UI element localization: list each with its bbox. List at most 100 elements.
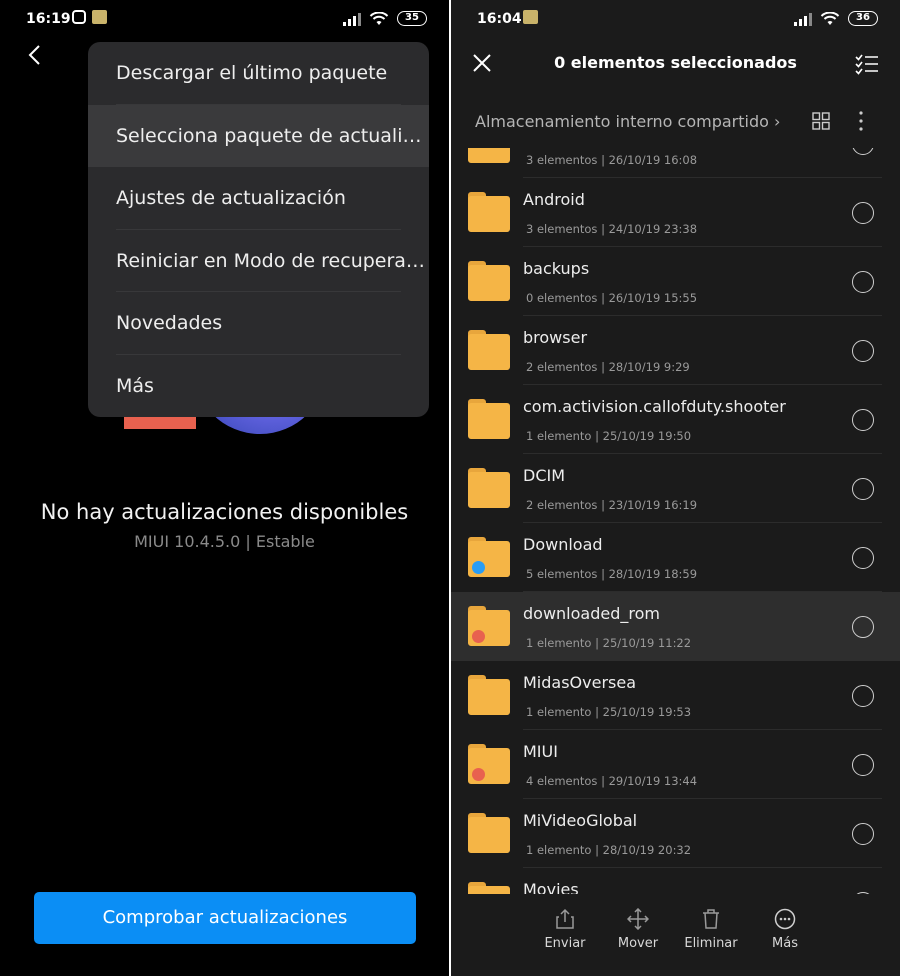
file-meta: 1 elemento | 25/10/19 11:22 — [526, 636, 692, 650]
more-vertical-icon[interactable] — [858, 110, 864, 132]
options-menu: Descargar el último paquete Selecciona p… — [88, 42, 429, 417]
select-radio[interactable] — [852, 823, 874, 845]
select-radio[interactable] — [852, 547, 874, 569]
select-radio[interactable] — [852, 271, 874, 293]
back-arrow-icon[interactable] — [24, 44, 46, 66]
file-name: com.activision.callofduty.shooter — [523, 397, 786, 416]
file-name: MiVideoGlobal — [523, 811, 638, 830]
status-bar: 16:04 36 — [451, 0, 900, 38]
folder-icon — [468, 192, 510, 232]
menu-item-select-package[interactable]: Selecciona paquete de actuali… — [88, 104, 429, 167]
folder-icon — [468, 330, 510, 370]
file-meta: 2 elementos | 23/10/19 16:19 — [526, 498, 698, 512]
action-bar: Enviar Mover Eliminar Más — [451, 894, 900, 976]
menu-item-whats-new[interactable]: Novedades — [88, 292, 429, 355]
check-updates-button[interactable]: Comprobar actualizaciones — [34, 892, 416, 944]
file-manager-screen: 16:04 36 0 elementos seleccionados Almac… — [451, 0, 900, 976]
file-name: MidasOversea — [523, 673, 637, 692]
move-icon — [627, 908, 649, 930]
menu-item-update-settings[interactable]: Ajustes de actualización — [88, 167, 429, 230]
move-button[interactable]: Mover — [603, 908, 673, 951]
file-name: DCIM — [523, 466, 566, 485]
file-meta: 1 elemento | 25/10/19 19:53 — [526, 705, 692, 719]
trash-icon — [703, 909, 719, 929]
file-meta: 0 elementos | 26/10/19 15:55 — [526, 291, 698, 305]
list-item[interactable]: 3 elementos | 26/10/19 16:08 — [451, 148, 900, 178]
file-list: 3 elementos | 26/10/19 16:08 Android 3 e… — [451, 148, 900, 894]
file-meta: 2 elementos | 28/10/19 9:29 — [526, 360, 690, 374]
file-name: Movies — [523, 880, 579, 894]
wifi-icon — [820, 11, 840, 25]
list-item[interactable]: Download 5 elementos | 28/10/19 18:59 — [451, 523, 900, 592]
menu-item-reboot-recovery[interactable]: Reiniciar en Modo de recupera… — [88, 230, 429, 293]
status-time: 16:04 — [477, 11, 522, 27]
list-item[interactable]: com.activision.callofduty.shooter 1 elem… — [451, 385, 900, 454]
folder-icon — [468, 813, 510, 853]
share-icon — [556, 908, 574, 929]
select-radio[interactable] — [852, 340, 874, 362]
file-name: Android — [523, 190, 585, 209]
miui-updater-screen: 16:19 35 Descargar el último paquete Sel… — [0, 0, 449, 976]
select-radio[interactable] — [852, 202, 874, 224]
list-item[interactable]: MiVideoGlobal 1 elemento | 28/10/19 20:3… — [451, 799, 900, 868]
folder-icon — [468, 468, 510, 508]
grid-view-icon[interactable] — [812, 112, 830, 130]
breadcrumb-path[interactable]: Almacenamiento interno compartido › — [475, 112, 780, 131]
signal-icon — [343, 12, 361, 26]
instagram-icon — [72, 10, 86, 24]
breadcrumb: Almacenamiento interno compartido › — [451, 96, 900, 148]
notification-app-icon — [523, 10, 538, 24]
folder-rom-icon — [468, 606, 510, 646]
list-item[interactable]: browser 2 elementos | 28/10/19 9:29 — [451, 316, 900, 385]
chevron-right-icon: › — [774, 112, 781, 131]
update-status-title: No hay actualizaciones disponibles — [40, 500, 409, 524]
select-radio[interactable] — [852, 478, 874, 500]
list-item[interactable]: Movies — [451, 868, 900, 894]
signal-icon — [794, 12, 812, 26]
file-name: downloaded_rom — [523, 604, 660, 623]
menu-item-download-latest[interactable]: Descargar el último paquete — [88, 42, 429, 105]
folder-icon — [468, 399, 510, 439]
file-name: browser — [523, 328, 588, 347]
wifi-icon — [369, 11, 389, 25]
selection-toolbar: 0 elementos seleccionados — [451, 38, 900, 90]
status-bar: 16:19 35 — [0, 0, 449, 38]
folder-download-icon — [468, 537, 510, 577]
battery-icon: 36 — [848, 11, 878, 26]
list-item[interactable]: Android 3 elementos | 24/10/19 23:38 — [451, 178, 900, 247]
send-button[interactable]: Enviar — [530, 908, 600, 951]
select-radio[interactable] — [852, 409, 874, 431]
folder-icon — [468, 261, 510, 301]
folder-miui-icon — [468, 744, 510, 784]
file-meta: 4 elementos | 29/10/19 13:44 — [526, 774, 698, 788]
miui-version-label: MIUI 10.4.5.0 | Estable — [134, 532, 315, 551]
select-radio[interactable] — [852, 754, 874, 776]
select-radio[interactable] — [852, 148, 874, 155]
folder-icon — [468, 675, 510, 715]
select-radio[interactable] — [852, 616, 874, 638]
more-icon — [774, 908, 796, 930]
file-meta: 1 elemento | 28/10/19 20:32 — [526, 843, 692, 857]
select-radio[interactable] — [852, 685, 874, 707]
list-item[interactable]: MidasOversea 1 elemento | 25/10/19 19:53 — [451, 661, 900, 730]
status-time: 16:19 — [26, 11, 71, 27]
menu-item-more[interactable]: Más — [88, 355, 429, 418]
delete-button[interactable]: Eliminar — [676, 908, 746, 951]
select-all-icon[interactable] — [854, 51, 880, 77]
list-item[interactable]: downloaded_rom 1 elemento | 25/10/19 11:… — [451, 592, 900, 661]
file-meta: 3 elementos | 24/10/19 23:38 — [526, 222, 698, 236]
selection-count-title: 0 elementos seleccionados — [554, 53, 797, 72]
file-name: backups — [523, 259, 590, 278]
file-name: MIUI — [523, 742, 558, 761]
folder-icon — [468, 148, 510, 163]
file-meta: 5 elementos | 28/10/19 18:59 — [526, 567, 698, 581]
file-meta: 3 elementos | 26/10/19 16:08 — [526, 153, 698, 167]
file-name: Download — [523, 535, 603, 554]
list-item[interactable]: DCIM 2 elementos | 23/10/19 16:19 — [451, 454, 900, 523]
list-item[interactable]: backups 0 elementos | 26/10/19 15:55 — [451, 247, 900, 316]
battery-icon: 35 — [397, 11, 427, 26]
notification-app-icon — [92, 10, 107, 24]
list-item[interactable]: MIUI 4 elementos | 29/10/19 13:44 — [451, 730, 900, 799]
more-button[interactable]: Más — [750, 908, 820, 951]
folder-icon — [468, 882, 510, 894]
